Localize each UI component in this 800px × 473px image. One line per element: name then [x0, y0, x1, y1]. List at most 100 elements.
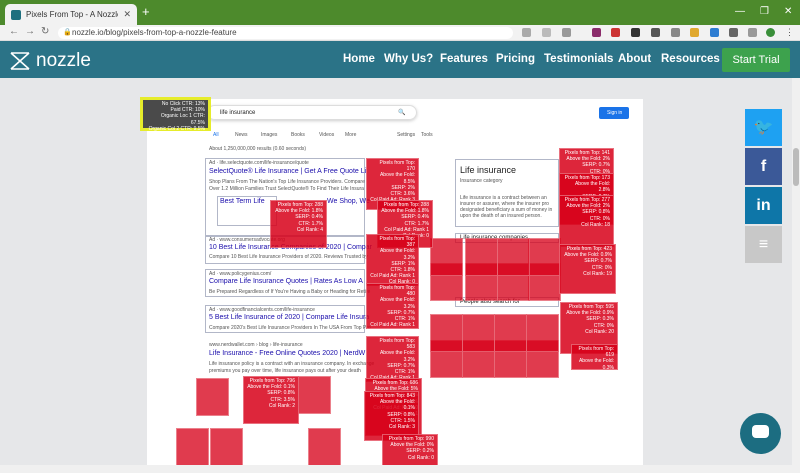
- buffer-share-button[interactable]: ≡: [745, 226, 782, 263]
- scrollbar-thumb[interactable]: [793, 148, 799, 186]
- panel-title: Life insurance: [460, 165, 517, 175]
- overlay-line: Above the Fold: 2.8%: [574, 181, 610, 194]
- nav-resources[interactable]: Resources: [661, 53, 720, 65]
- result-url: Ad · life.selectquote.com/life-insurance…: [209, 160, 309, 166]
- pixel-metrics-overlay: [526, 314, 559, 352]
- result-snippet: Compare 10 Best Life Insurance Providers…: [209, 254, 368, 260]
- panel-description: Life insurance is a contract between an …: [460, 195, 553, 219]
- nav-about[interactable]: About: [618, 53, 651, 65]
- extension-icon[interactable]: [542, 28, 551, 37]
- maximize-icon[interactable]: ❐: [760, 6, 769, 17]
- overlay-line: Col Rank: 0: [407, 454, 434, 461]
- result-title: Life Insurance - Free Online Quotes 2020…: [209, 350, 366, 357]
- nav-home[interactable]: Home: [343, 53, 375, 65]
- result-title: 5 Best Life Insurance of 2020 | Compare …: [209, 314, 370, 321]
- result-url: Ad · www.policygenius.com/: [209, 271, 272, 277]
- nozzle-logo[interactable]: nozzle: [9, 50, 91, 72]
- result-url: Ad · www.goodfinancialcents.com/life-ins…: [209, 307, 315, 313]
- extension-icon[interactable]: [690, 28, 699, 37]
- vertical-scrollbar[interactable]: [792, 78, 800, 473]
- extension-icon[interactable]: [592, 28, 601, 37]
- serp-tab: More: [345, 132, 357, 138]
- url-input[interactable]: 🔒 nozzle.io/blog/pixels-from-top-a-nozzle…: [58, 27, 513, 39]
- pixel-metrics-overlay: [430, 238, 463, 276]
- overlay-line: Above the Fold: 0.1%: [379, 399, 415, 412]
- pixel-metrics-overlay: Pixels from Top: 277 Above the Fold: 2% SE…: [559, 195, 614, 247]
- signin-label: Sign in: [607, 110, 623, 116]
- search-icon: 🔍: [398, 110, 406, 116]
- overlay-line: Pixels from Top: 583: [379, 338, 415, 351]
- horizontal-scrollbar[interactable]: [0, 465, 792, 473]
- forward-icon[interactable]: →: [25, 26, 35, 37]
- nav-testimonials[interactable]: Testimonials: [544, 53, 613, 65]
- tooltip-line: Organic Loc 1 CTR: 67.5%: [160, 113, 205, 126]
- extension-icon[interactable]: [631, 28, 640, 37]
- minimize-icon[interactable]: —: [735, 6, 745, 17]
- pixel-metrics-overlay: Pixels from Top: 387 Above the Fold: 3.2%…: [366, 234, 419, 286]
- tooltip-line: Organic Col 2 CTR: 9.5%: [148, 125, 205, 132]
- close-tab-icon[interactable]: ✕: [123, 9, 131, 20]
- pixel-metrics-overlay: [298, 376, 331, 414]
- chat-button[interactable]: [740, 413, 781, 454]
- overlay-line: Above the Fold: 0.3%: [578, 358, 614, 370]
- nav-features[interactable]: Features: [440, 53, 488, 65]
- browser-tab[interactable]: Pixels From Top - A Nozzle Featu ✕: [5, 4, 137, 25]
- result-snippet: Compare 2020's Best Life Insurance Provi…: [209, 325, 371, 331]
- result-title: Compare Life Insurance Quotes | Rates As…: [209, 278, 363, 285]
- reload-icon[interactable]: ↻: [41, 26, 49, 37]
- pixel-metrics-overlay: Pixels from Top: 423 Above the Fold: 0.9%…: [559, 244, 616, 294]
- pixel-metrics-overlay: Pixels from Top: 480 Above the Fold: 3.2%…: [366, 283, 419, 329]
- menu-icon[interactable]: ⋮: [785, 28, 794, 37]
- sitelink-title: Best Term Life: [220, 198, 265, 205]
- result-snippet: premiums you pay over time, life insuran…: [209, 368, 361, 374]
- pixel-metrics-overlay: [465, 238, 498, 276]
- back-icon[interactable]: ←: [9, 26, 19, 37]
- nav-why-us[interactable]: Why Us?: [384, 53, 433, 65]
- tab-title: Pixels From Top - A Nozzle Featu: [26, 10, 118, 19]
- pixel-metrics-overlay: Pixels from Top: 288 Above the Fold: 1.8%…: [270, 200, 327, 248]
- close-window-icon[interactable]: ✕: [784, 6, 792, 17]
- overlay-line: Above the Fold: 8.5%: [379, 172, 415, 185]
- extension-icon[interactable]: [671, 28, 680, 37]
- search-query: life insurance: [220, 110, 256, 116]
- facebook-share-button[interactable]: f: [745, 148, 782, 185]
- lock-icon: 🔒: [63, 29, 72, 36]
- linkedin-share-button[interactable]: in: [745, 187, 782, 224]
- serp-tab: Tools: [421, 132, 433, 138]
- overlay-line: Above the Fold: 3.2%: [379, 248, 415, 261]
- serp-tab: Videos: [319, 132, 335, 138]
- avatar[interactable]: [766, 28, 775, 37]
- twitter-share-button[interactable]: 🐦: [745, 109, 782, 146]
- serp-tab: Images: [261, 132, 278, 138]
- extension-icon[interactable]: [710, 28, 719, 37]
- extension-icon[interactable]: [748, 28, 757, 37]
- overlay-line: Col Rank: 20: [585, 328, 614, 335]
- overlay-line: Col Rank: 19: [583, 270, 612, 277]
- pixel-metrics-overlay: [497, 238, 530, 276]
- result-snippet: Shop Plans From The Nation's Top Life In…: [209, 179, 365, 185]
- extension-icon[interactable]: [522, 28, 531, 37]
- extension-icon[interactable]: [651, 28, 660, 37]
- pixel-metrics-overlay: [528, 238, 561, 276]
- chat-bubble-icon: [752, 425, 769, 438]
- site-header: nozzle Home Why Us? Features Pricing Tes…: [0, 41, 800, 78]
- browser-tab-bar: Pixels From Top - A Nozzle Featu ✕ + — ❐…: [0, 0, 800, 25]
- new-tab-icon[interactable]: +: [142, 5, 150, 19]
- gmail-icon[interactable]: [611, 28, 620, 37]
- pixel-metrics-overlay: [210, 428, 243, 466]
- serp-tab: All: [213, 132, 219, 138]
- pixel-metrics-overlay: [430, 314, 463, 352]
- result-snippet: Be Prepared Regardless of If You're Havi…: [209, 289, 371, 295]
- nav-pricing[interactable]: Pricing: [496, 53, 535, 65]
- pixel-metrics-overlay: Pixels from Top: 619 Above the Fold: 0.3%…: [571, 344, 618, 370]
- logo-text: nozzle: [36, 50, 91, 71]
- article-content: life insurance 🔍 Sign in All News Images…: [0, 78, 800, 473]
- serp-tab: News: [235, 132, 248, 138]
- start-trial-button[interactable]: Start Trial: [722, 48, 790, 72]
- extensions-puzzle-icon[interactable]: [729, 28, 738, 37]
- result-url: www.nerdwallet.com › blog › life-insuran…: [209, 342, 303, 348]
- overlay-line: Col Rank: 2: [268, 402, 295, 409]
- extension-icon[interactable]: [562, 28, 571, 37]
- ctr-tooltip: No Click CTR: 13% Paid CTR: 10% Organic …: [140, 97, 211, 132]
- url-text: nozzle.io/blog/pixels-from-top-a-nozzle-…: [72, 28, 237, 37]
